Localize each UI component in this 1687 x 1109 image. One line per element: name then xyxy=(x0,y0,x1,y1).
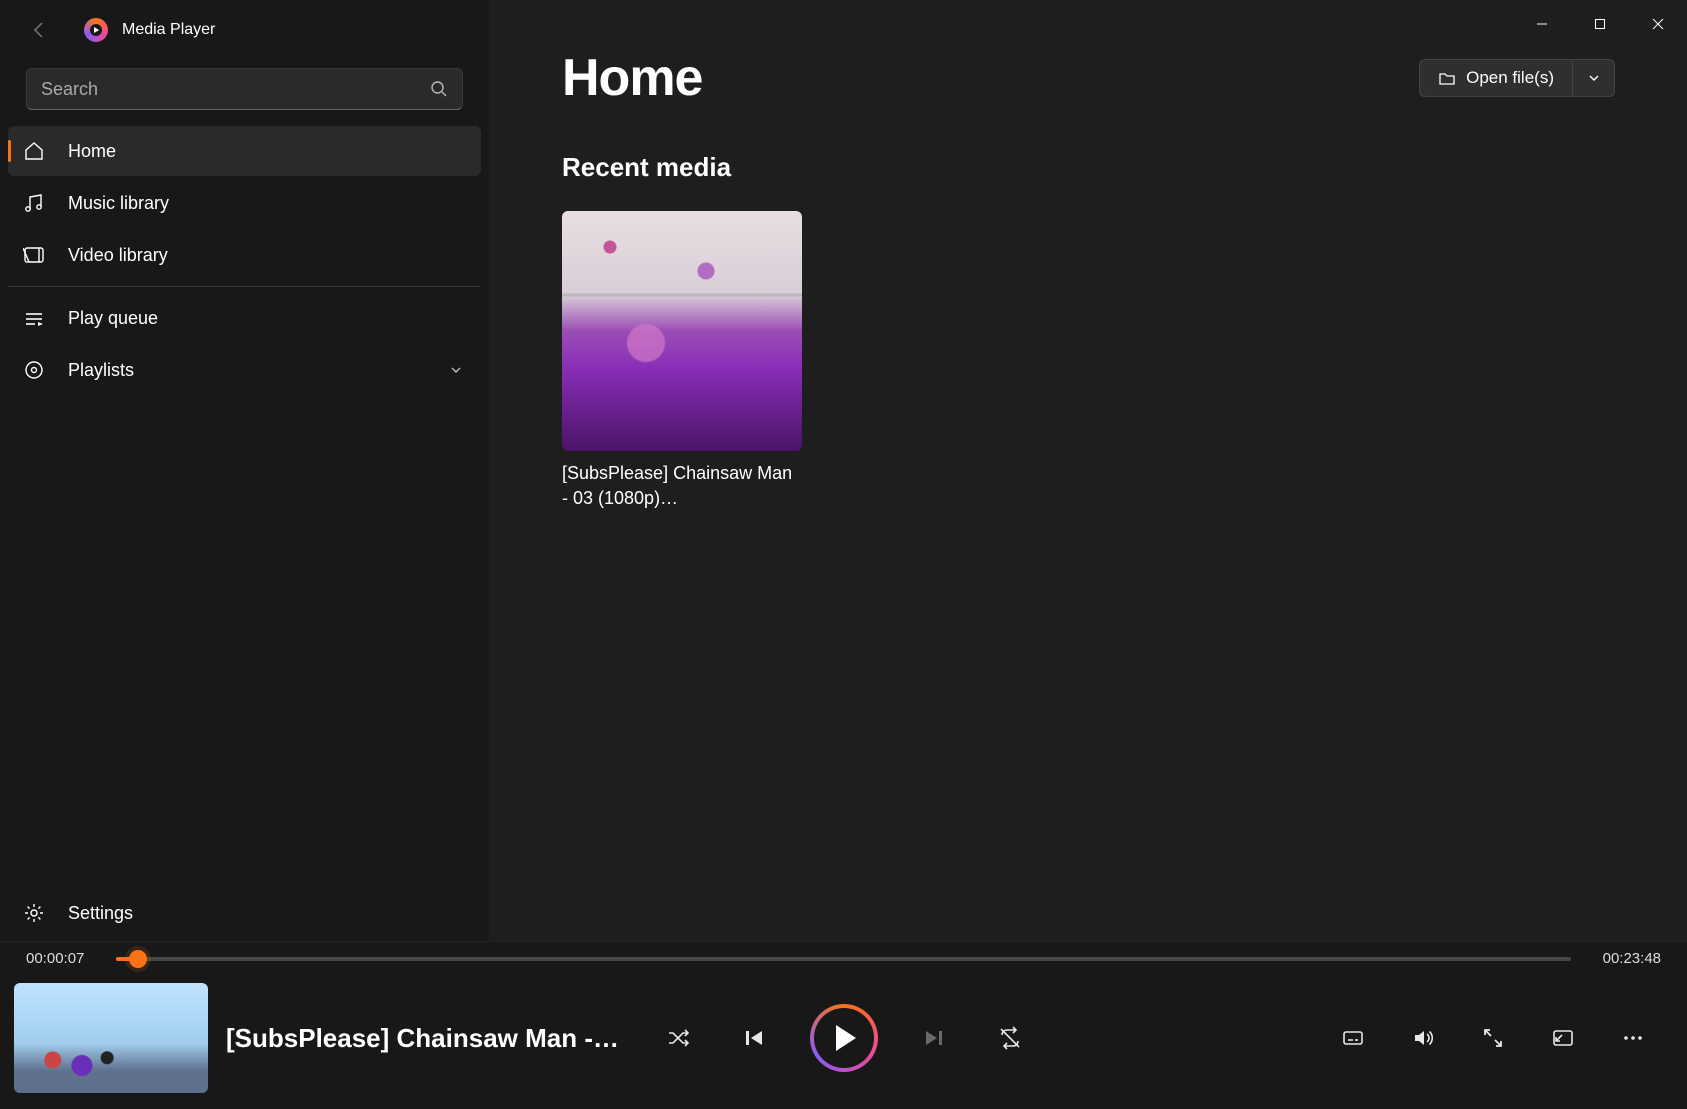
skip-previous-icon xyxy=(742,1026,766,1050)
sidebar-item-video-library[interactable]: Video library xyxy=(8,230,481,280)
sidebar-item-music-library[interactable]: Music library xyxy=(8,178,481,228)
window-maximize-button[interactable] xyxy=(1571,4,1629,44)
main-content: Home Open file(s) Recent media [SubsPlea… xyxy=(490,0,1687,941)
open-files-label: Open file(s) xyxy=(1466,68,1554,88)
folder-icon xyxy=(1438,69,1456,87)
seek-thumb[interactable] xyxy=(129,950,147,968)
now-playing-thumbnail[interactable] xyxy=(14,983,208,1093)
fullscreen-button[interactable] xyxy=(1473,1018,1513,1058)
window-close-button[interactable] xyxy=(1629,4,1687,44)
app-logo-icon xyxy=(84,18,108,42)
sidebar-item-settings[interactable]: Settings xyxy=(0,885,489,941)
search-icon xyxy=(430,80,448,98)
settings-label: Settings xyxy=(68,903,133,924)
subtitles-icon xyxy=(1341,1026,1365,1050)
shuffle-icon xyxy=(666,1026,690,1050)
next-button xyxy=(914,1018,954,1058)
sidebar-item-home[interactable]: Home xyxy=(8,126,481,176)
fullscreen-icon xyxy=(1481,1026,1505,1050)
nav-separator xyxy=(8,286,481,287)
sidebar-item-playlists[interactable]: Playlists xyxy=(8,345,481,395)
player-bar: 00:00:07 00:23:48 [SubsPlease] Chainsaw … xyxy=(0,941,1687,1109)
now-playing-title: [SubsPlease] Chainsaw Man -… xyxy=(226,1023,619,1054)
shuffle-button[interactable] xyxy=(658,1018,698,1058)
skip-next-icon xyxy=(922,1026,946,1050)
search-input[interactable] xyxy=(41,79,430,100)
media-title: [SubsPlease] Chainsaw Man - 03 (1080p)… xyxy=(562,461,802,511)
elapsed-time: 00:00:07 xyxy=(26,950,98,967)
seek-slider[interactable] xyxy=(116,957,1571,961)
recent-media-heading: Recent media xyxy=(562,152,1615,183)
play-icon xyxy=(836,1025,856,1051)
playlist-icon xyxy=(22,359,46,381)
duration-time: 00:23:48 xyxy=(1589,950,1661,967)
open-files-button[interactable]: Open file(s) xyxy=(1419,59,1573,97)
page-title: Home xyxy=(562,48,702,108)
sidebar-item-play-queue[interactable]: Play queue xyxy=(8,293,481,343)
media-thumbnail xyxy=(562,211,802,451)
gear-icon xyxy=(22,902,46,924)
search-box[interactable] xyxy=(26,68,463,110)
sidebar-item-label: Music library xyxy=(68,193,169,214)
chevron-down-icon xyxy=(1587,71,1601,85)
chevron-down-icon xyxy=(449,363,463,377)
subtitles-button[interactable] xyxy=(1333,1018,1373,1058)
queue-icon xyxy=(22,307,46,329)
sidebar-item-label: Video library xyxy=(68,245,168,266)
more-options-button[interactable] xyxy=(1613,1018,1653,1058)
volume-button[interactable] xyxy=(1403,1018,1443,1058)
sidebar-item-label: Play queue xyxy=(68,308,158,329)
back-button xyxy=(20,10,60,50)
speaker-icon xyxy=(1411,1026,1435,1050)
sidebar-item-label: Home xyxy=(68,141,116,162)
more-icon xyxy=(1621,1026,1645,1050)
window-minimize-button[interactable] xyxy=(1513,4,1571,44)
home-icon xyxy=(22,140,46,162)
window-titlebar xyxy=(490,0,1687,48)
recent-media-card[interactable]: [SubsPlease] Chainsaw Man - 03 (1080p)… xyxy=(562,211,802,511)
previous-button[interactable] xyxy=(734,1018,774,1058)
open-files-dropdown[interactable] xyxy=(1573,59,1615,97)
app-title: Media Player xyxy=(122,21,215,39)
miniplayer-icon xyxy=(1551,1026,1575,1050)
sidebar: Media Player Home Music library xyxy=(0,0,490,941)
music-icon xyxy=(22,192,46,214)
repeat-off-icon xyxy=(998,1026,1022,1050)
play-button[interactable] xyxy=(810,1004,878,1072)
repeat-button[interactable] xyxy=(990,1018,1030,1058)
mini-player-button[interactable] xyxy=(1543,1018,1583,1058)
video-icon xyxy=(22,244,46,266)
sidebar-item-label: Playlists xyxy=(68,360,134,381)
